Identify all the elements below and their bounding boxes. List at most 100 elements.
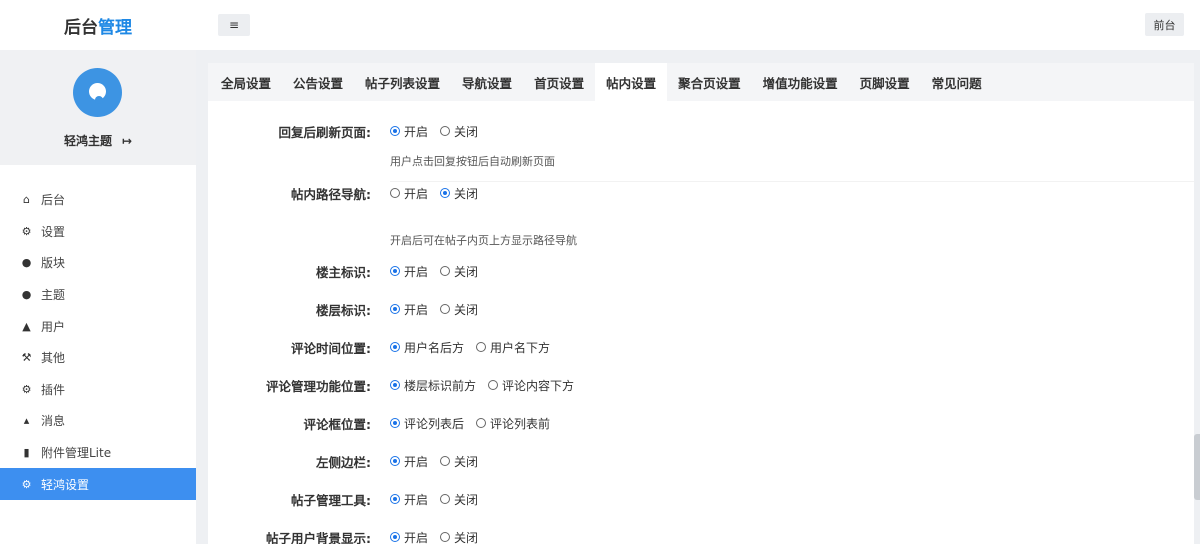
- tab[interactable]: 公告设置: [282, 63, 354, 101]
- radio-option[interactable]: 评论内容下方: [488, 377, 574, 394]
- radio-button[interactable]: [476, 342, 487, 352]
- front-site-button[interactable]: 前台: [1145, 13, 1184, 36]
- radio-option[interactable]: 用户名后方: [390, 339, 464, 356]
- menu-toggle-button[interactable]: ≡: [218, 14, 250, 36]
- wrench-icon: ⚒: [21, 351, 32, 365]
- setting-label: 帖子用户背景显示:: [266, 530, 371, 544]
- brand-accent: 管理: [98, 17, 132, 38]
- radio-button[interactable]: [440, 266, 451, 276]
- radio-button[interactable]: [390, 342, 400, 352]
- setting-hint: 用户点击回复按钮后自动刷新页面: [390, 155, 555, 168]
- radio-option[interactable]: 关闭: [440, 453, 478, 470]
- radio-button[interactable]: [390, 126, 400, 136]
- sidebar-item[interactable]: ● 主题: [0, 279, 196, 311]
- setting-hint: 开启后可在帖子内页上方显示路径导航: [390, 234, 577, 247]
- setting-row: 楼主标识: 开启 关闭: [208, 261, 1194, 281]
- profile-name: 轻鸿主题: [63, 134, 112, 148]
- radio-option[interactable]: 用户名下方: [476, 339, 550, 356]
- radio-button[interactable]: [390, 266, 400, 276]
- radio-option[interactable]: 评论列表前: [476, 415, 550, 432]
- setting-row: 帖子用户背景显示: 开启 关闭: [208, 527, 1194, 544]
- setting-row: 帖子管理工具: 开启 关闭: [208, 489, 1194, 509]
- radio-button[interactable]: [390, 532, 400, 542]
- radio-button[interactable]: [476, 418, 487, 428]
- avatar[interactable]: [73, 68, 122, 117]
- radio-option[interactable]: 关闭: [440, 123, 478, 140]
- sidebar-item[interactable]: ⚙ 插件: [0, 374, 196, 406]
- sidebar-item[interactable]: ● 版块: [0, 247, 196, 279]
- logout-icon[interactable]: ↦: [122, 134, 132, 148]
- radio-button[interactable]: [390, 304, 400, 314]
- radio-option[interactable]: 开启: [390, 185, 428, 202]
- radio-label: 评论列表前: [490, 416, 551, 431]
- radio-option[interactable]: 关闭: [440, 529, 478, 544]
- setting-label: 左侧边栏:: [316, 454, 371, 470]
- radio-label: 开启: [404, 186, 429, 201]
- radio-group: 开启 关闭: [390, 529, 490, 544]
- radio-button[interactable]: [440, 126, 451, 136]
- sidebar-item[interactable]: ▲ 用户: [0, 310, 196, 342]
- radio-label: 开启: [404, 454, 429, 469]
- gear-icon: ⚙: [21, 477, 32, 491]
- tab[interactable]: 首页设置: [523, 63, 595, 101]
- radio-button[interactable]: [440, 304, 451, 314]
- tab[interactable]: 帖子列表设置: [354, 63, 451, 101]
- radio-option[interactable]: 关闭: [440, 185, 478, 202]
- radio-button[interactable]: [390, 494, 400, 504]
- tab[interactable]: 全局设置: [210, 63, 282, 101]
- radio-label: 开启: [404, 124, 429, 139]
- radio-option[interactable]: 关闭: [440, 491, 478, 508]
- radio-label: 关闭: [454, 186, 479, 201]
- radio-option[interactable]: 关闭: [440, 301, 478, 318]
- sidebar-item[interactable]: ⚒ 其他: [0, 342, 196, 374]
- radio-button[interactable]: [440, 456, 451, 466]
- tab[interactable]: 页脚设置: [849, 63, 921, 101]
- sidebar-item[interactable]: ▮ 附件管理Lite: [0, 437, 196, 469]
- sidebar-item-label: 其他: [41, 351, 66, 366]
- radio-label: 关闭: [454, 454, 479, 469]
- radio-option[interactable]: 楼层标识前方: [390, 377, 476, 394]
- radio-button[interactable]: [440, 188, 451, 198]
- brand-logo[interactable]: 后台 管理: [0, 0, 196, 50]
- radio-button[interactable]: [440, 494, 451, 504]
- tab[interactable]: 增值功能设置: [752, 63, 849, 101]
- settings-panel: 全局设置 公告设置 帖子列表设置 导航设置 首页设置 帖内设置 聚合页设置 增值功能设置 页脚设…: [208, 63, 1194, 544]
- radio-label: 开启: [404, 492, 429, 507]
- sidebar-item[interactable]: ⚙ 设置: [0, 216, 196, 248]
- radio-label: 用户名下方: [490, 340, 551, 355]
- radio-button[interactable]: [390, 188, 400, 198]
- radio-option[interactable]: 关闭: [440, 263, 478, 280]
- radio-label: 关闭: [454, 302, 479, 317]
- radio-button[interactable]: [390, 418, 400, 428]
- radio-option[interactable]: 开启: [390, 453, 428, 470]
- radio-label: 用户名后方: [404, 340, 465, 355]
- radio-button[interactable]: [440, 532, 451, 542]
- side-float-handle[interactable]: [1194, 434, 1200, 500]
- radio-button[interactable]: [390, 380, 400, 390]
- radio-group: 开启 关闭: [390, 453, 490, 470]
- sidebar-item[interactable]: ⚙ 轻鸿设置: [0, 468, 196, 500]
- radio-option[interactable]: 开启: [390, 301, 428, 318]
- radio-option[interactable]: 开启: [390, 491, 428, 508]
- radio-group: 开启 关闭: [390, 185, 490, 202]
- radio-label: 开启: [404, 530, 429, 544]
- radio-option[interactable]: 开启: [390, 529, 428, 544]
- radio-button[interactable]: [488, 380, 499, 390]
- tab-bar: 全局设置 公告设置 帖子列表设置 导航设置 首页设置 帖内设置 聚合页设置 增值功能设置 页脚设…: [208, 63, 1194, 101]
- sidebar-item[interactable]: ⌂ 后台: [0, 184, 196, 216]
- tab[interactable]: 帖内设置: [595, 63, 668, 101]
- setting-row: 回复后刷新页面: 开启 关闭: [208, 121, 1194, 141]
- tab[interactable]: 导航设置: [451, 63, 523, 101]
- radio-option[interactable]: 开启: [390, 123, 428, 140]
- setting-label: 楼主标识:: [316, 264, 371, 280]
- sidebar-item-label: 用户: [41, 319, 66, 334]
- setting-row: 帖内路径导航: 开启 关闭: [208, 183, 1194, 203]
- radio-option[interactable]: 开启: [390, 263, 428, 280]
- tab[interactable]: 常见问题: [921, 63, 993, 101]
- tab[interactable]: 聚合页设置: [667, 63, 752, 101]
- radio-button[interactable]: [390, 456, 400, 466]
- radio-label: 评论列表后: [404, 416, 465, 431]
- radio-group: 开启 关闭: [390, 491, 490, 508]
- radio-option[interactable]: 评论列表后: [390, 415, 464, 432]
- sidebar-item[interactable]: ▴ 消息: [0, 405, 196, 437]
